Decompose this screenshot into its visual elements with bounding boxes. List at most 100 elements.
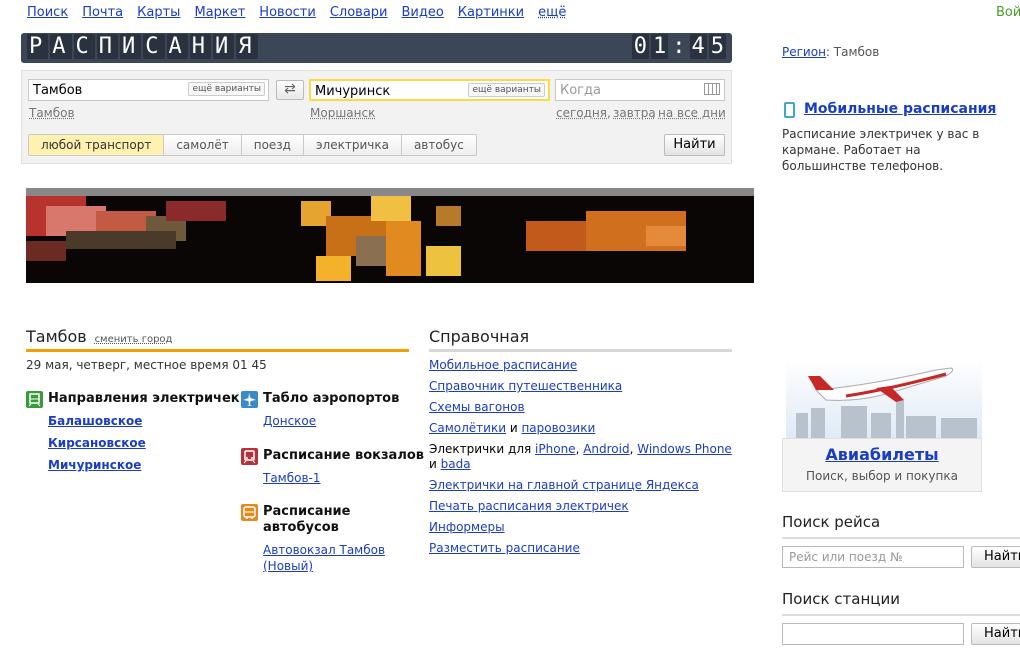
android-link[interactable]: Android xyxy=(583,442,629,456)
reference-links: Мобильное расписание Справочник путешест… xyxy=(429,358,732,555)
station-search-title: Поиск станции xyxy=(782,590,900,608)
from-hint[interactable]: Тамбов xyxy=(29,106,75,120)
trains-link[interactable]: паровозики xyxy=(521,421,595,435)
banner-art-image xyxy=(26,196,686,281)
station-search-button[interactable]: Найти xyxy=(971,623,1020,645)
nav-search[interactable]: Поиск xyxy=(27,5,68,20)
title-letter: Н xyxy=(189,34,211,59)
route-search-form: Тамбов ещё варианты ⇄ Мичуринск ещё вари… xyxy=(21,70,732,164)
date-hint-all-days[interactable]: на все дни xyxy=(658,106,726,120)
reference-divider xyxy=(429,349,732,352)
bus-station-tambov-line2[interactable]: (Новый) xyxy=(263,559,313,573)
informers-link[interactable]: Информеры xyxy=(429,520,505,534)
title-letter: Р xyxy=(27,34,49,59)
add-schedule-link[interactable]: Разместить расписание xyxy=(429,541,580,555)
trip-search-input[interactable]: Рейс или поезд № xyxy=(782,546,964,568)
iphone-link[interactable]: iPhone xyxy=(535,442,576,456)
title-letter: И xyxy=(213,34,235,59)
service-header: РАСПИСАНИЯ 01:45 xyxy=(21,33,732,63)
tab-plane[interactable]: самолёт xyxy=(164,135,242,155)
car-schemes-link[interactable]: Схемы вагонов xyxy=(429,400,525,414)
nav-mail[interactable]: Почта xyxy=(82,5,123,20)
direction-michurinsk[interactable]: Мичуринское xyxy=(48,458,141,472)
airport-donskoe[interactable]: Донское xyxy=(263,414,316,428)
nav-more[interactable]: ещё xyxy=(538,5,566,20)
suburban-train-icon xyxy=(26,391,43,408)
to-hint[interactable]: Моршанск xyxy=(310,106,375,120)
calendar-icon[interactable] xyxy=(704,83,720,95)
tab-bus[interactable]: автобус xyxy=(402,135,476,155)
suburban-directions-title: Направления электричек xyxy=(48,391,240,406)
city-divider xyxy=(26,349,409,352)
airplane-illustration xyxy=(786,358,982,440)
station-schedule-title: Расписание вокзалов xyxy=(263,448,424,463)
service-title: РАСПИСАНИЯ xyxy=(27,34,260,59)
bus-station-tambov-line1[interactable]: Автовокзал Тамбов xyxy=(263,543,385,557)
title-letter: И xyxy=(120,34,142,59)
station-search-divider xyxy=(782,614,1020,616)
login-link[interactable]: Вой xyxy=(996,5,1020,20)
airplane-icon xyxy=(241,391,258,408)
direction-balashov[interactable]: Балашовское xyxy=(48,414,142,428)
nav-images[interactable]: Картинки xyxy=(458,5,524,20)
nav-dictionaries[interactable]: Словари xyxy=(330,5,388,20)
print-schedule-link[interactable]: Печать расписания электричек xyxy=(429,499,629,513)
region-info: Регион: Тамбов xyxy=(782,45,879,59)
title-letter: А xyxy=(50,34,72,59)
tab-any-transport[interactable]: любой транспорт xyxy=(29,135,165,155)
promo-banner[interactable] xyxy=(26,196,754,283)
tab-suburban[interactable]: электричка xyxy=(304,135,402,155)
from-field[interactable]: Тамбов ещё варианты xyxy=(28,79,269,101)
planes-link[interactable]: Самолётики xyxy=(429,421,506,435)
region-value: : Тамбов xyxy=(825,45,880,59)
to-field[interactable]: Мичуринск ещё варианты xyxy=(309,79,550,101)
trip-search-title: Поиск рейса xyxy=(782,513,881,531)
from-field-value: Тамбов xyxy=(33,83,83,98)
mobile-schedules-text: Расписание электричек у вас в кармане. Р… xyxy=(782,127,980,173)
nav-maps[interactable]: Карты xyxy=(137,5,180,20)
title-letter: А xyxy=(166,34,188,59)
train-station-icon xyxy=(241,448,258,465)
trip-search-button[interactable]: Найти xyxy=(971,546,1020,568)
mobile-schedule-link[interactable]: Мобильное расписание xyxy=(429,358,577,372)
station-search-input[interactable] xyxy=(782,623,964,645)
avia-tickets-link[interactable]: Авиабилеты xyxy=(783,445,981,464)
to-field-value: Мичуринск xyxy=(315,84,391,99)
clock-digit: 1 xyxy=(651,34,669,59)
region-link[interactable]: Регион xyxy=(782,45,826,59)
windows-phone-link[interactable]: Windows Phone xyxy=(637,442,732,456)
city-header: Тамбов сменить город xyxy=(26,327,409,346)
from-variants-button[interactable]: ещё варианты xyxy=(188,82,265,96)
change-city-link[interactable]: сменить город xyxy=(95,334,173,345)
yandex-main-page-link[interactable]: Электрички на главной странице Яндекса xyxy=(429,478,699,492)
direction-kirsanov[interactable]: Кирсановское xyxy=(48,436,146,450)
city-name: Тамбов xyxy=(26,327,87,346)
avia-box: Авиабилеты Поиск, выбор и покупка xyxy=(782,438,982,492)
bada-link[interactable]: bada xyxy=(441,457,471,471)
find-button[interactable]: Найти xyxy=(664,134,725,156)
top-navigation: Поиск Почта Карты Маркет Новости Словари… xyxy=(27,5,580,20)
travel-guide-link[interactable]: Справочник путешественника xyxy=(429,379,622,393)
when-field[interactable]: Когда xyxy=(555,79,725,101)
trip-search-divider xyxy=(782,537,1020,539)
nav-market[interactable]: Маркет xyxy=(194,5,245,20)
swap-direction-button[interactable]: ⇄ xyxy=(276,80,304,100)
banner-top-bar xyxy=(26,188,754,196)
apps-and-text: и xyxy=(429,457,441,471)
tab-train[interactable]: поезд xyxy=(242,135,304,155)
date-hint-today[interactable]: сегодня xyxy=(556,106,607,120)
nav-news[interactable]: Новости xyxy=(259,5,316,20)
mobile-schedules-link[interactable]: Мобильные расписания xyxy=(804,101,996,117)
station-tambov-1[interactable]: Тамбов-1 xyxy=(263,471,321,485)
header-clock: 01:45 xyxy=(631,34,728,59)
title-letter: С xyxy=(143,34,165,59)
title-letter: П xyxy=(96,34,118,59)
clock-separator: : xyxy=(672,34,686,59)
clock-digit: 0 xyxy=(631,34,649,59)
avia-tickets-promo[interactable]: Авиабилеты Поиск, выбор и покупка xyxy=(782,358,982,492)
to-variants-button[interactable]: ещё варианты xyxy=(468,83,545,97)
airport-boards-title: Табло аэропортов xyxy=(263,391,400,406)
title-letter: Я xyxy=(236,34,258,59)
nav-video[interactable]: Видео xyxy=(401,5,443,20)
date-hint-tomorrow[interactable]: завтра xyxy=(613,106,656,120)
